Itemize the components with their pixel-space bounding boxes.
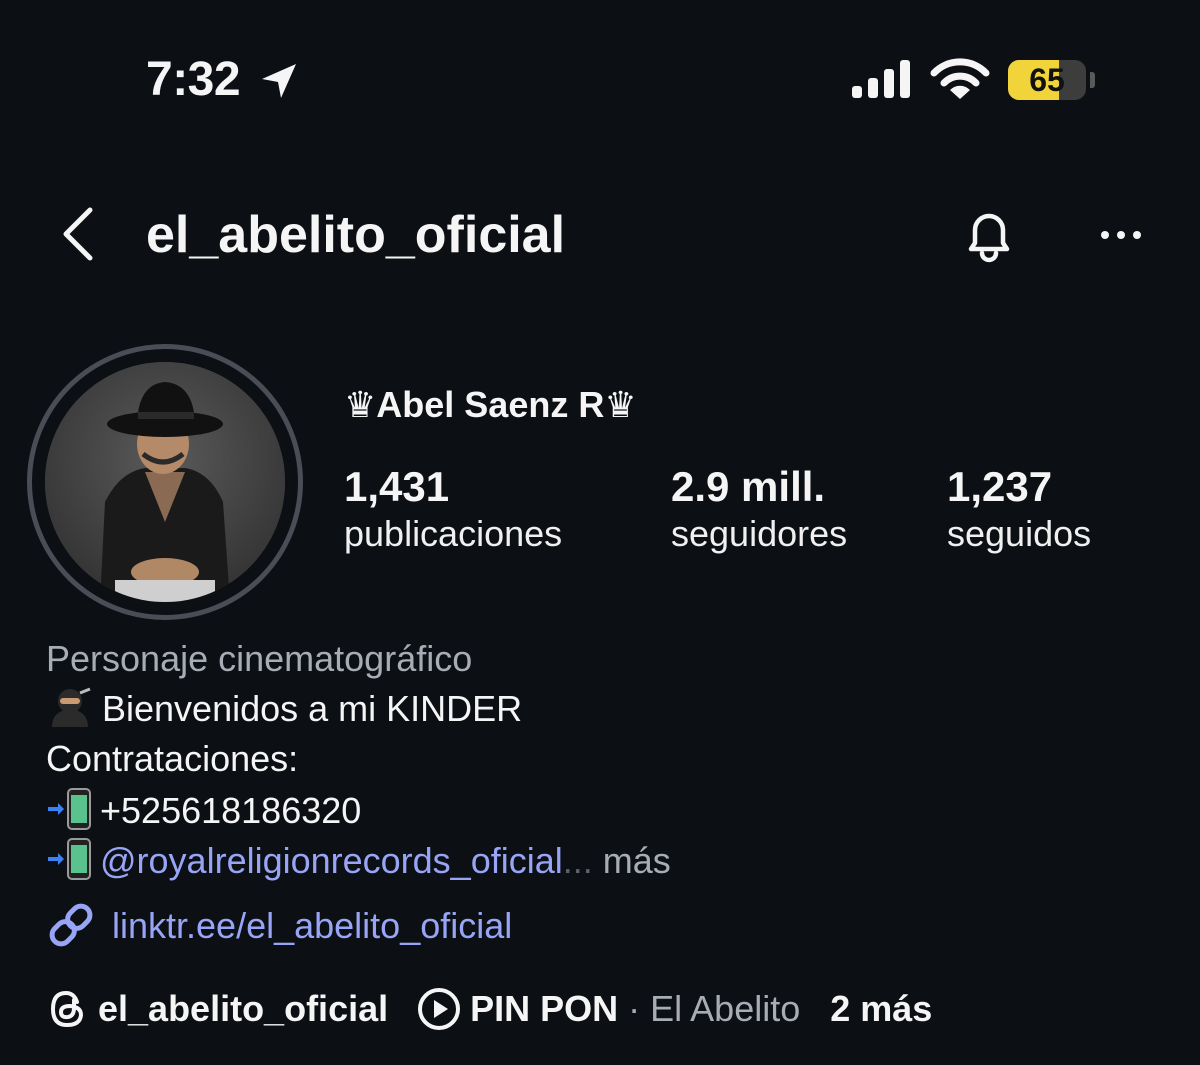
profile-category: Personaje cinematográfico bbox=[46, 638, 473, 679]
stat-value: 1,431 bbox=[344, 463, 450, 510]
mobile-phone-arrow-icon bbox=[48, 838, 91, 880]
bio-line-contact-heading: Contrataciones: bbox=[46, 738, 299, 779]
avatar[interactable] bbox=[45, 362, 285, 602]
threads-username: el_abelito_oficial bbox=[98, 988, 389, 1029]
bell-icon[interactable] bbox=[958, 203, 1020, 267]
music-chip[interactable]: PIN PON · El Abelito bbox=[388, 985, 800, 1033]
song-title: PIN PON bbox=[470, 988, 619, 1029]
more-icon[interactable] bbox=[1096, 220, 1146, 250]
back-icon[interactable] bbox=[56, 204, 100, 264]
profile-external-link[interactable]: linktr.ee/el_abelito_oficial bbox=[46, 900, 512, 950]
more-chips-button[interactable]: 2 más bbox=[830, 985, 932, 1033]
stat-label: seguidos bbox=[947, 513, 1092, 554]
stat-posts[interactable]: 1,431 publicaciones bbox=[344, 462, 562, 556]
stat-value: 2.9 mill. bbox=[671, 463, 826, 510]
bio-line-mention: @royalreligionrecords_oficial... más bbox=[46, 837, 671, 883]
stat-value: 1,237 bbox=[947, 463, 1053, 510]
threads-chip[interactable]: el_abelito_oficial bbox=[46, 985, 388, 1033]
threads-icon bbox=[50, 990, 84, 1028]
stat-label: seguidores bbox=[671, 513, 848, 554]
location-arrow-icon bbox=[262, 64, 296, 98]
bio-welcome-text: Bienvenidos a mi KINDER bbox=[102, 688, 523, 729]
stat-followers[interactable]: 2.9 mill. seguidores bbox=[671, 462, 847, 556]
profile-display-name: ♛Abel Saenz R♛ bbox=[344, 384, 637, 425]
profile-username-title: el_abelito_oficial bbox=[146, 206, 566, 264]
bio-ellipsis: ... bbox=[562, 840, 593, 881]
profile-chips-row: el_abelito_oficial PIN PON · El Abelito … bbox=[46, 984, 932, 1034]
battery-level-text: 65 bbox=[1029, 62, 1065, 98]
stat-following[interactable]: 1,237 seguidos bbox=[947, 462, 1091, 556]
mobile-phone-arrow-icon bbox=[48, 788, 91, 830]
bio-line-welcome: Bienvenidos a mi KINDER bbox=[46, 687, 522, 731]
ninja-emoji-icon bbox=[52, 687, 91, 727]
wifi-icon bbox=[930, 58, 990, 99]
song-artist: El Abelito bbox=[650, 988, 801, 1029]
link-icon bbox=[49, 903, 93, 947]
stat-label: publicaciones bbox=[344, 513, 563, 554]
battery-indicator: 65 bbox=[1008, 60, 1095, 100]
battery-cap bbox=[1090, 72, 1095, 88]
bio-line-phone: +525618186320 bbox=[46, 787, 361, 833]
bio-phone-number[interactable]: +525618186320 bbox=[100, 790, 361, 831]
link-url[interactable]: linktr.ee/el_abelito_oficial bbox=[112, 905, 512, 946]
signal-icon bbox=[852, 60, 910, 98]
bio-more-button[interactable]: más bbox=[603, 840, 671, 881]
avatar-photo bbox=[45, 362, 285, 602]
chip-separator: · bbox=[628, 988, 641, 1029]
bio-mention-link[interactable]: @royalreligionrecords_oficial bbox=[100, 840, 563, 881]
status-time: 7:32 bbox=[146, 53, 241, 106]
play-icon bbox=[418, 988, 461, 1030]
